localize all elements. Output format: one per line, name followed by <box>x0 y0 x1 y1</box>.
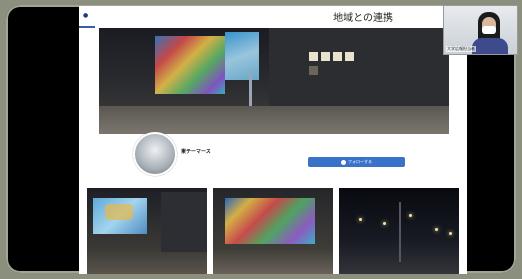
cover-mural-2 <box>225 32 259 80</box>
slide-logo: ● <box>83 12 89 19</box>
street-pole <box>399 202 401 262</box>
mural-projection <box>225 198 315 244</box>
street-light <box>435 228 438 231</box>
profile-avatar[interactable] <box>133 132 177 176</box>
webcam-shirt <box>472 38 508 54</box>
street-light <box>409 214 412 217</box>
follow-button[interactable]: フォローする <box>308 157 405 167</box>
street-light <box>359 218 362 221</box>
cover-mural <box>155 36 225 94</box>
cover-building <box>269 28 449 108</box>
street-light <box>383 222 386 225</box>
webcam-name-tag: 大学広報担当者 <box>446 46 476 52</box>
cover-photo <box>99 28 449 134</box>
street-light <box>449 232 452 235</box>
follow-button-label: フォローする <box>348 159 372 164</box>
page-name[interactable]: 東テーマース <box>181 148 211 155</box>
gallery-photo-2[interactable] <box>213 188 333 274</box>
photo-gallery <box>87 188 459 274</box>
slide-title: 地域との連携 <box>333 13 393 24</box>
slide-header: ● 地域との連携 <box>79 6 467 28</box>
gallery-photo-1[interactable] <box>87 188 207 274</box>
webcam-thumbnail[interactable]: 大学広報担当者 <box>443 5 518 55</box>
shared-slide: ● 地域との連携 東テーマース フォローする <box>79 6 467 274</box>
cover-street <box>99 106 449 134</box>
follow-icon <box>341 159 346 165</box>
projection-highlight <box>105 204 133 220</box>
social-profile-page: 東テーマース フォローする <box>95 26 451 188</box>
gallery-photo-3[interactable] <box>339 188 459 274</box>
photo-building <box>161 192 207 252</box>
webcam-mask <box>482 26 496 34</box>
